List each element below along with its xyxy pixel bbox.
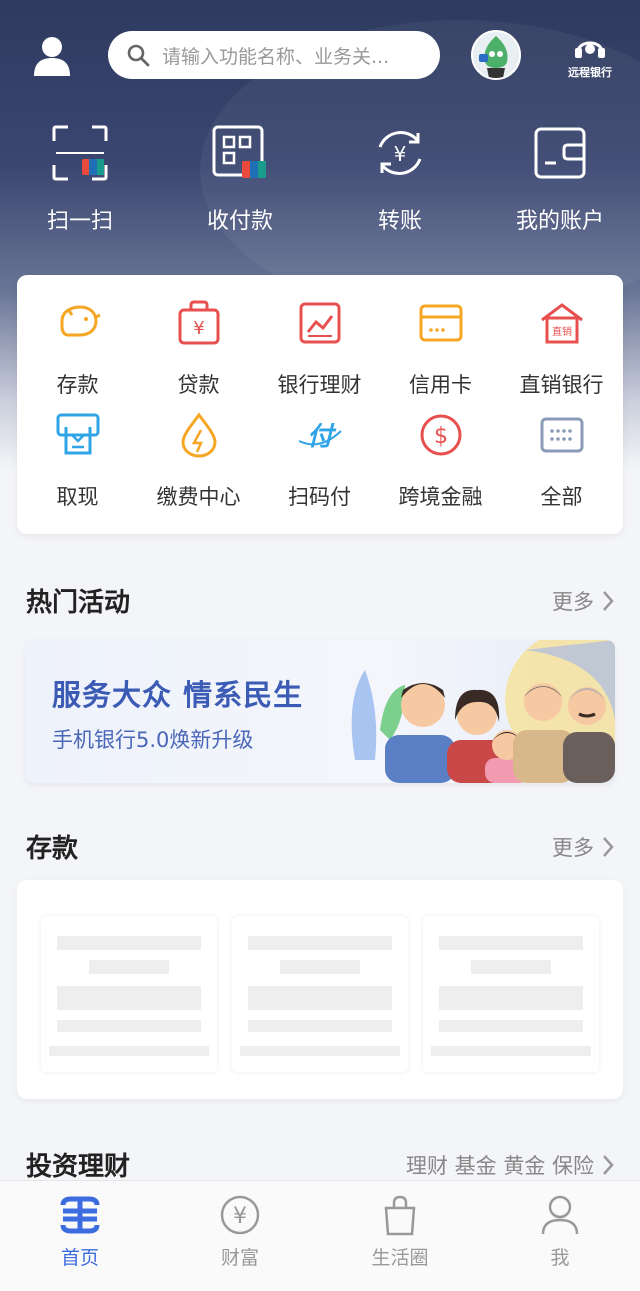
- direct-bank-badge-text: 直销: [552, 325, 572, 338]
- deposit-more-link[interactable]: 更多: [552, 832, 614, 862]
- service-label: 信用卡: [409, 373, 472, 397]
- cash-withdraw-icon: [56, 413, 99, 455]
- promo-banner[interactable]: 服务大众 情系民生 手机银行5.0焕新升级: [25, 640, 615, 783]
- hot-more-link[interactable]: 更多: [552, 586, 614, 616]
- tab-label: 我: [550, 1247, 570, 1269]
- tab-label: 首页: [60, 1247, 99, 1269]
- svg-text:¥: ¥: [394, 142, 407, 166]
- service-cross-border[interactable]: $ 跨境金融: [380, 411, 501, 511]
- services-card: 存款 ¥ 贷款 银行理财 信用卡 直销 直销银行 取现 缴费中心 付 扫码付 $…: [17, 275, 623, 534]
- piggy-bank-icon: [60, 305, 101, 337]
- transfer-icon: ¥: [378, 131, 422, 175]
- service-label: 全部: [540, 485, 583, 509]
- bottom-tab-bar: 首页 ¥ 财富 生活圈 我: [0, 1180, 640, 1291]
- banner-subline: 手机银行5.0焕新升级: [52, 728, 254, 752]
- banner-headline: 服务大众 情系民生: [52, 678, 304, 712]
- service-deposit[interactable]: 存款: [17, 299, 138, 399]
- shopping-bag-icon: [384, 1195, 416, 1236]
- service-credit-card[interactable]: 信用卡: [380, 299, 501, 399]
- home-logo-icon: [60, 1196, 100, 1234]
- chevron-right-icon: [603, 837, 614, 857]
- service-label: 存款: [56, 373, 99, 397]
- section-title: 存款: [26, 834, 79, 864]
- all-grid-icon: [540, 417, 583, 453]
- service-label: 直销银行: [519, 373, 604, 397]
- service-all[interactable]: 全部: [501, 411, 622, 511]
- quick-action-label: 我的账户: [515, 209, 604, 234]
- payment-center-icon: [180, 412, 217, 458]
- tab-me[interactable]: 我: [480, 1193, 640, 1270]
- chevron-right-icon: [603, 1155, 614, 1175]
- service-loan[interactable]: ¥ 贷款: [138, 299, 259, 399]
- chevron-right-icon: [603, 591, 614, 611]
- mascot-avatar[interactable]: [471, 30, 521, 80]
- invest-category-links: 理财 基金 黄金 保险: [405, 1154, 594, 1178]
- search-placeholder: 请输入功能名称、业务关...: [162, 45, 390, 68]
- user-icon[interactable]: [32, 34, 72, 76]
- quick-action-transfer[interactable]: ¥ 转账: [335, 125, 465, 235]
- svg-text:¥: ¥: [193, 318, 204, 339]
- quick-action-label: 扫一扫: [46, 209, 113, 234]
- more-label: 更多: [552, 590, 594, 614]
- headset-icon: [575, 41, 605, 58]
- hot-activities-header: 热门活动 更多: [26, 582, 614, 622]
- family-illustration: [351, 640, 615, 783]
- service-label: 跨境金融: [398, 485, 483, 509]
- deposit-products-card: [17, 880, 623, 1099]
- quick-action-scan[interactable]: 扫一扫: [15, 125, 145, 235]
- more-label: 更多: [552, 836, 594, 860]
- quick-action-label: 收付款: [206, 209, 273, 234]
- service-cash-withdraw[interactable]: 取现: [17, 411, 138, 511]
- search-icon: [127, 44, 150, 67]
- deposit-loading-placeholder: [232, 916, 408, 1072]
- deposit-loading-placeholder: [423, 916, 599, 1072]
- loan-bag-icon: ¥: [178, 300, 219, 345]
- service-payment-center[interactable]: 缴费中心: [138, 411, 259, 511]
- scan-icon: [52, 125, 108, 181]
- service-scan-pay[interactable]: 付 扫码付: [259, 411, 380, 511]
- quick-action-account[interactable]: 我的账户: [495, 125, 625, 235]
- credit-card-icon: [419, 304, 462, 342]
- svg-text:$: $: [434, 424, 448, 449]
- scan-pay-icon: 付: [298, 422, 342, 452]
- service-label: 贷款: [177, 373, 220, 397]
- section-title: 投资理财: [26, 1152, 131, 1182]
- remote-bank-entry[interactable]: 远程银行: [560, 34, 620, 79]
- qr-pay-icon: [212, 125, 266, 178]
- service-label: 取现: [56, 485, 99, 509]
- chart-icon: [299, 302, 340, 344]
- invest-links[interactable]: 理财 基金 黄金 保险: [406, 1150, 614, 1180]
- direct-bank-icon: 直销: [540, 303, 583, 344]
- top-bar: 请输入功能名称、业务关... 远程银行: [0, 30, 640, 80]
- tab-label: 财富: [220, 1247, 259, 1269]
- quick-action-label: 转账: [377, 209, 422, 234]
- tab-wealth[interactable]: ¥ 财富: [160, 1193, 320, 1270]
- quick-actions: 扫一扫 收付款 ¥ 转账 我的账户: [0, 125, 640, 235]
- tab-life-circle[interactable]: 生活圈: [320, 1193, 480, 1270]
- service-label: 扫码付: [288, 485, 351, 509]
- wallet-icon: [534, 127, 586, 179]
- svg-text:¥: ¥: [233, 1204, 247, 1229]
- quick-action-pay[interactable]: 收付款: [175, 125, 305, 235]
- brand-name: 远程银行: [568, 66, 612, 79]
- profile-icon: [541, 1195, 579, 1235]
- section-title: 热门活动: [26, 588, 131, 618]
- service-wealth-management[interactable]: 银行理财: [259, 299, 380, 399]
- service-direct-bank[interactable]: 直销 直销银行: [501, 299, 622, 399]
- deposit-header: 存款 更多: [26, 828, 614, 868]
- search-bar[interactable]: 请输入功能名称、业务关...: [108, 31, 440, 79]
- tab-label: 生活圈: [371, 1247, 429, 1269]
- service-label: 银行理财: [277, 373, 362, 397]
- service-label: 缴费中心: [156, 485, 241, 509]
- deposit-loading-placeholder: [41, 916, 217, 1072]
- tab-home[interactable]: 首页: [0, 1193, 160, 1270]
- cross-border-icon: $: [420, 414, 461, 456]
- wealth-icon: ¥: [220, 1195, 260, 1235]
